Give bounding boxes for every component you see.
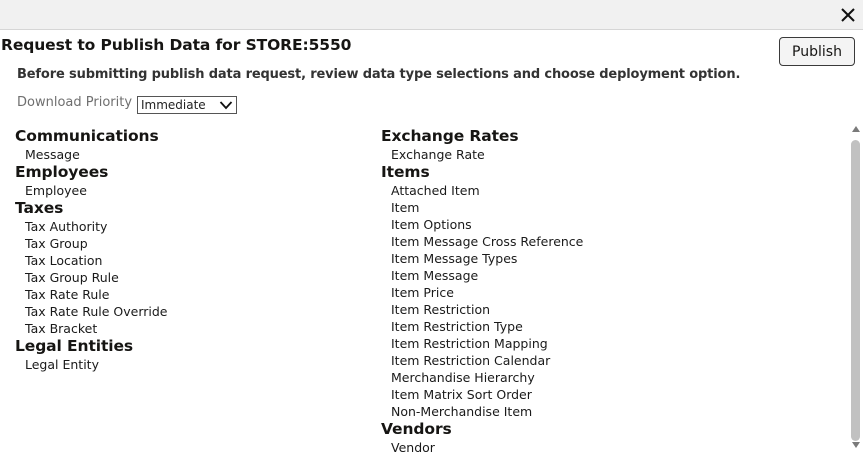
data-type-item-tax-authority: Tax Authority (25, 219, 108, 234)
data-type-item-item-message-cross-reference: Item Message Cross Reference (391, 234, 584, 249)
group-heading-taxes: Taxes (15, 199, 64, 217)
instructions-text: Before submitting publish data request, … (17, 67, 741, 82)
group-heading-items: Items (381, 163, 430, 181)
data-type-item-item-restriction-calendar: Item Restriction Calendar (391, 353, 551, 368)
download-priority-value: Immediate (141, 98, 206, 112)
publish-button[interactable]: Publish (779, 37, 855, 66)
data-type-item-item-restriction: Item Restriction (391, 302, 491, 317)
data-type-item-legal-entity: Legal Entity (25, 357, 99, 372)
dialog-title: Request to Publish Data for STORE:5550 (1, 36, 352, 54)
chevron-down-icon (219, 101, 233, 110)
group-heading-employees: Employees (15, 163, 109, 181)
scrollbar-thumb[interactable] (851, 140, 860, 441)
close-button[interactable] (839, 6, 857, 24)
data-type-item-tax-location: Tax Location (25, 253, 103, 268)
group-heading-vendors: Vendors (381, 420, 452, 438)
group-heading-legal-entities: Legal Entities (15, 337, 134, 355)
data-type-item-vendor: Vendor (391, 440, 435, 455)
vertical-scrollbar[interactable] (849, 120, 863, 455)
download-priority-label: Download Priority (17, 95, 133, 110)
data-type-item-tax-bracket: Tax Bracket (25, 321, 98, 336)
data-type-item-item-options: Item Options (391, 217, 472, 232)
group-heading-communications: Communications (15, 127, 159, 145)
group-heading-exchange-rates: Exchange Rates (381, 127, 519, 145)
data-type-item-tax-rate-rule-override: Tax Rate Rule Override (25, 304, 168, 319)
data-type-item-non-merchandise-item: Non-Merchandise Item (391, 404, 533, 419)
download-priority-select[interactable]: Immediate (137, 96, 237, 114)
data-type-list: Communications Message Employees Employee Ta… (0, 120, 848, 468)
data-type-item-item-message: Item Message (391, 268, 479, 283)
close-icon (841, 8, 855, 22)
right-column: Exchange Rates Exchange Rate Items Attached… (381, 127, 821, 456)
data-type-item-exchange-rate: Exchange Rate (391, 147, 485, 162)
data-type-item-item-matrix-sort-order: Item Matrix Sort Order (391, 387, 532, 402)
data-type-item-item-restriction-type: Item Restriction Type (391, 319, 523, 334)
data-type-item-employee: Employee (25, 183, 87, 198)
data-type-item-merchandise-hierarchy: Merchandise Hierarchy (391, 370, 535, 385)
data-type-item-message: Message (25, 147, 80, 162)
data-type-item-tax-group-rule: Tax Group Rule (25, 270, 119, 285)
data-type-item-item-restriction-mapping: Item Restriction Mapping (391, 336, 548, 351)
data-type-item-tax-rate-rule: Tax Rate Rule (25, 287, 110, 302)
left-column: Communications Message Employees Employee Ta… (15, 127, 355, 373)
data-type-item-item-price: Item Price (391, 285, 454, 300)
triangle-down-icon[interactable] (851, 441, 861, 449)
data-type-item-attached-item: Attached Item (391, 183, 480, 198)
triangle-up-icon[interactable] (851, 125, 861, 133)
data-type-item-item-message-types: Item Message Types (391, 251, 518, 266)
data-type-item-item: Item (391, 200, 420, 215)
dialog-title-bar (0, 0, 863, 30)
data-type-item-tax-group: Tax Group (25, 236, 88, 251)
